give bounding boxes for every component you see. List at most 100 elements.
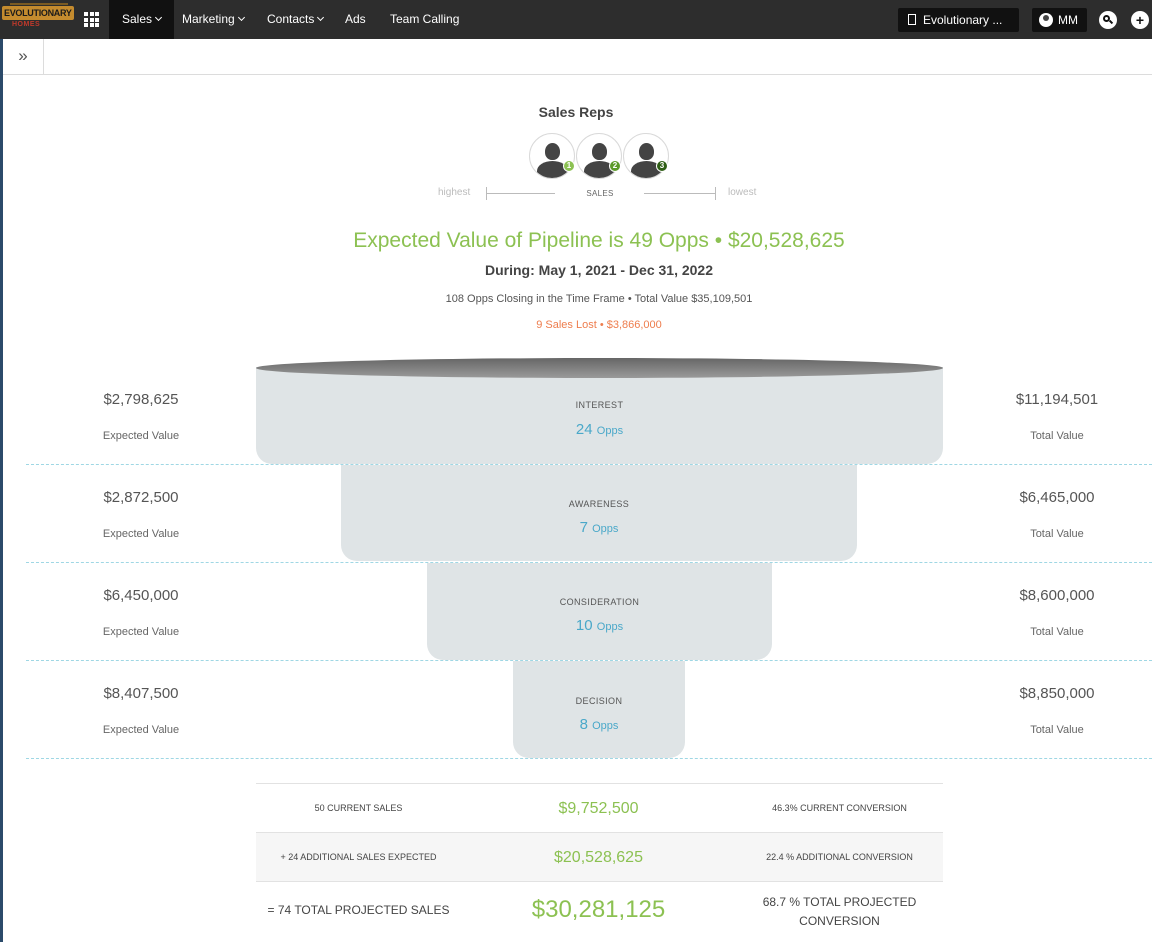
stage-count-unit: Opps <box>592 720 619 732</box>
total-projected-sales-label: = 74 TOTAL PROJECTED SALES <box>267 903 450 917</box>
search-button[interactable] <box>1099 11 1117 29</box>
total-value-amount: $8,850,000 <box>1019 685 1095 702</box>
scale-line <box>644 193 715 194</box>
additional-sales-value: $20,528,625 <box>554 849 643 866</box>
stage-opps-count: 10 Opps <box>427 617 772 634</box>
stage-name: CONSIDERATION <box>559 597 640 607</box>
total-value-label: Total Value <box>1030 528 1084 540</box>
nav-item-label: Marketing <box>182 12 235 26</box>
logo-text: EVOLUTIONARY <box>2 6 74 20</box>
stage-count-unit: Opps <box>592 523 619 535</box>
stage-count-number: 8 <box>579 716 588 733</box>
scale-line <box>487 193 555 194</box>
nav-item-marketing[interactable]: Marketing <box>169 0 257 39</box>
nav-item-contacts[interactable]: Contacts <box>254 0 336 39</box>
table-row: + 24 ADDITIONAL SALES EXPECTED $20,528,6… <box>256 832 943 881</box>
app-grid-icon[interactable] <box>84 12 99 27</box>
top-navigation-bar: EVOLUTIONARY HOMES Sales Marketing Conta… <box>0 0 1152 39</box>
nav-item-label: Team Calling <box>390 12 460 26</box>
avatar-head <box>545 143 560 160</box>
expected-value-amount: $2,872,500 <box>103 489 179 506</box>
current-conversion: 46.3% CURRENT CONVERSION <box>772 803 907 813</box>
expected-value-amount: $2,798,625 <box>103 391 179 408</box>
nav-item-label: Ads <box>345 12 366 26</box>
avatar-head <box>592 143 607 160</box>
stage-count-unit: Opps <box>596 621 624 633</box>
total-value-label: Total Value <box>1030 626 1084 638</box>
search-icon-handle <box>1108 19 1114 25</box>
table-row: = 74 TOTAL PROJECTED SALES $30,281,125 6… <box>256 881 943 941</box>
table-row: 50 CURRENT SALES $9,752,500 46.3% CURREN… <box>256 783 943 832</box>
stage-name: AWARENESS <box>568 499 630 509</box>
expand-sidebar-button[interactable]: » <box>3 39 44 75</box>
add-button[interactable]: + <box>1131 11 1149 29</box>
funnel-row-divider <box>26 660 1152 661</box>
funnel-row-divider <box>26 464 1152 465</box>
stage-count-number: 10 <box>575 617 593 634</box>
funnel-stage-consideration[interactable]: CONSIDERATION 10 Opps <box>427 563 772 660</box>
scale-tick <box>715 187 716 200</box>
additional-sales-label: + 24 ADDITIONAL SALES EXPECTED <box>280 852 437 862</box>
user-initials: MM <box>1058 13 1078 27</box>
chevron-down-icon <box>237 13 245 22</box>
expected-value-amount: $8,407,500 <box>103 685 179 702</box>
sales-rep-avatar[interactable] <box>623 133 669 179</box>
organization-switcher-button[interactable]: Evolutionary ... <box>898 8 1019 32</box>
funnel-rim <box>256 358 943 378</box>
funnel-row-divider <box>26 758 1152 759</box>
expected-value-label: Expected Value <box>102 528 180 540</box>
stage-opps-count: 7 Opps <box>341 519 857 536</box>
nav-item-sales[interactable]: Sales <box>109 0 175 39</box>
chevron-down-icon <box>317 13 325 22</box>
building-icon <box>908 14 916 25</box>
expected-value-label: Expected Value <box>102 626 180 638</box>
company-logo[interactable]: EVOLUTIONARY HOMES <box>2 3 76 34</box>
date-range-label: During: May 1, 2021 - Dec 31, 2022 <box>485 262 713 278</box>
current-sales-value: $9,752,500 <box>558 800 639 817</box>
avatar-head <box>639 143 654 160</box>
expected-value-label: Expected Value <box>102 430 180 442</box>
scale-sales-label: SALES <box>586 189 614 198</box>
rep-rank-badge: 2 <box>609 160 621 172</box>
sales-reps-title: Sales Reps <box>538 104 614 120</box>
total-projected-sales-value: $30,281,125 <box>531 896 666 923</box>
user-menu-button[interactable]: MM <box>1032 8 1087 32</box>
funnel-stage-decision[interactable]: DECISION 8 Opps <box>513 661 685 758</box>
expected-value-label: Expected Value <box>102 724 180 736</box>
logo-subtext: HOMES <box>12 21 41 28</box>
nav-item-label: Sales <box>122 12 153 26</box>
sales-projection-table: 50 CURRENT SALES $9,752,500 46.3% CURREN… <box>256 783 943 941</box>
total-projected-conversion: 68.7 % TOTAL PROJECTED CONVERSION <box>762 895 917 928</box>
scale-highest-label: highest <box>438 187 471 198</box>
scale-lowest-label: lowest <box>728 187 757 198</box>
stage-opps-count: 24 Opps <box>256 421 943 438</box>
chevron-down-icon <box>154 13 163 22</box>
expected-value-amount: $6,450,000 <box>103 587 179 604</box>
nav-item-ads[interactable]: Ads <box>332 0 379 39</box>
total-value-amount: $11,194,501 <box>1015 391 1099 408</box>
opps-closing-summary: 108 Opps Closing in the Time Frame • Tot… <box>445 293 753 305</box>
sales-rep-avatar[interactable] <box>529 133 575 179</box>
sub-toolbar: » <box>3 39 1152 75</box>
stage-name: INTEREST <box>575 400 624 410</box>
total-value-amount: $6,465,000 <box>1019 489 1095 506</box>
stage-name: DECISION <box>575 696 623 706</box>
funnel-row-divider <box>26 562 1152 563</box>
stage-count-number: 24 <box>575 421 593 438</box>
pipeline-expected-value-title: Expected Value of Pipeline is 49 Opps • … <box>353 229 845 252</box>
stage-count-number: 7 <box>579 519 588 536</box>
sales-lost-summary[interactable]: 9 Sales Lost • $3,866,000 <box>0 319 1152 331</box>
rep-rank-badge: 1 <box>563 160 575 172</box>
total-value-amount: $8,600,000 <box>1019 587 1095 604</box>
plus-icon: + <box>1135 12 1145 28</box>
nav-item-team-calling[interactable]: Team Calling <box>377 0 472 39</box>
rep-rank-badge: 3 <box>656 160 668 172</box>
total-value-label: Total Value <box>1030 430 1084 442</box>
current-sales-label: 50 CURRENT SALES <box>314 803 403 813</box>
double-chevron-right-icon: » <box>18 46 28 65</box>
sales-rep-avatar[interactable] <box>576 133 622 179</box>
organization-name: Evolutionary ... <box>923 13 1003 27</box>
funnel-stage-interest[interactable]: INTEREST 24 Opps <box>256 367 943 464</box>
funnel-stage-awareness[interactable]: AWARENESS 7 Opps <box>341 465 857 561</box>
stage-opps-count: 8 Opps <box>513 716 685 733</box>
